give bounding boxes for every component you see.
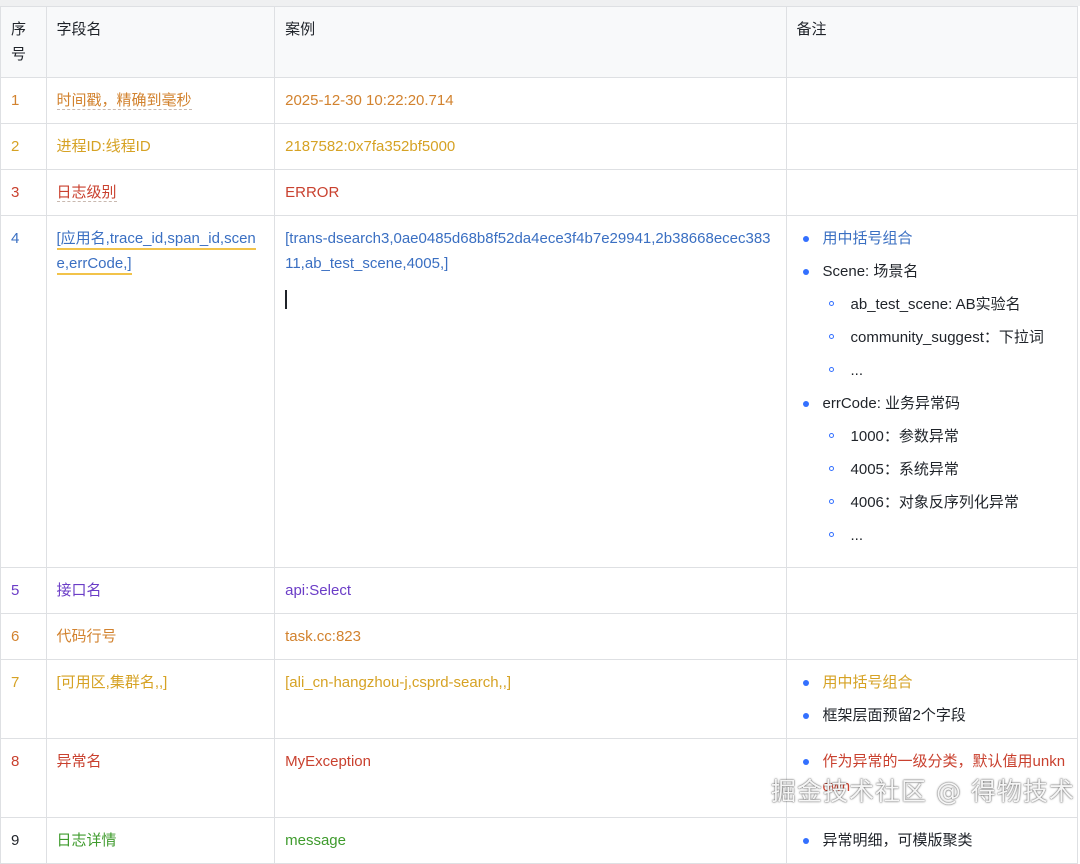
row-notes[interactable]: 异常明细，可模版聚类 [785, 817, 1079, 864]
example-text: [trans-dsearch3,0ae0485d68b8f52da4ece3f4… [285, 230, 771, 272]
sub-list-item: 1000：参数异常 [823, 424, 1067, 449]
row-no[interactable]: 5 [0, 567, 47, 614]
table-row: 2 进程ID:线程ID 2187582:0x7fa352bf5000 [0, 123, 1079, 170]
list-item: Scene: 场景名 ab_test_scene: AB实验名 communit… [797, 259, 1067, 383]
row-field[interactable]: 代码行号 [45, 613, 276, 660]
list-item: 用中括号组合 [797, 226, 1067, 251]
row-example[interactable]: [ali_cn-hangzhou-j,csprd-search,,] [274, 659, 787, 739]
row-notes[interactable] [785, 77, 1079, 124]
header-no: 序号 [0, 6, 47, 78]
row-field[interactable]: 日志详情 [45, 817, 276, 864]
row-no[interactable]: 8 [0, 738, 47, 818]
row-example[interactable]: task.cc:823 [274, 613, 787, 660]
table-header-row: 序号 字段名 案例 备注 [0, 6, 1079, 78]
sub-list: 1000：参数异常 4005：系统异常 4006：对象反序列化异常 ... [823, 424, 1067, 548]
sub-list: ab_test_scene: AB实验名 community_suggest：下… [823, 292, 1067, 383]
row-notes[interactable] [785, 567, 1079, 614]
list-item: errCode: 业务异常码 1000：参数异常 4005：系统异常 4006：… [797, 391, 1067, 548]
row-field[interactable]: 异常名 [45, 738, 276, 818]
row-example[interactable]: message [274, 817, 787, 864]
table-row: 7 [可用区,集群名,,] [ali_cn-hangzhou-j,csprd-s… [0, 659, 1079, 739]
row-example[interactable]: MyException [274, 738, 787, 818]
field-table: 序号 字段名 案例 备注 1 时间戳，精确到毫秒 2025-12-30 10:2… [0, 6, 1079, 864]
list-item: 异常明细，可模版聚类 [797, 828, 1067, 853]
row-example[interactable]: 2187582:0x7fa352bf5000 [274, 123, 787, 170]
row-field[interactable]: 日志级别 [45, 169, 276, 216]
list-item: 框架层面预留2个字段 [797, 703, 1067, 728]
sub-list-item: 4006：对象反序列化异常 [823, 490, 1067, 515]
sub-list-item: ... [823, 358, 1067, 383]
table-row: 4 [应用名,trace_id,span_id,scene,errCode,] … [0, 215, 1079, 568]
header-example: 案例 [274, 6, 787, 78]
header-field: 字段名 [45, 6, 276, 78]
table-row: 5 接口名 api:Select [0, 567, 1079, 614]
field-text: [应用名,trace_id,span_id,scene,errCode,] [56, 230, 256, 275]
header-notes: 备注 [785, 6, 1079, 78]
row-notes[interactable]: 用中括号组合 Scene: 场景名 ab_test_scene: AB实验名 c… [785, 215, 1079, 568]
row-example[interactable]: [trans-dsearch3,0ae0485d68b8f52da4ece3f4… [274, 215, 787, 568]
sub-list-item: ab_test_scene: AB实验名 [823, 292, 1067, 317]
sub-list-item: ... [823, 523, 1067, 548]
table-row: 6 代码行号 task.cc:823 [0, 613, 1079, 660]
sub-list-item: 4005：系统异常 [823, 457, 1067, 482]
row-notes[interactable]: 用中括号组合 框架层面预留2个字段 [785, 659, 1079, 739]
field-text: 日志级别 [56, 184, 117, 202]
watermark: 掘金技术社区 @ 得物技术 [771, 777, 1075, 806]
row-no[interactable]: 1 [0, 77, 47, 124]
row-example[interactable]: api:Select [274, 567, 787, 614]
table-row: 3 日志级别 ERROR [0, 169, 1079, 216]
list-item: 用中括号组合 [797, 670, 1067, 695]
text-cursor [285, 290, 287, 309]
row-field[interactable]: 接口名 [45, 567, 276, 614]
sub-list-item: community_suggest：下拉词 [823, 325, 1067, 350]
notes-list: 用中括号组合 框架层面预留2个字段 [797, 670, 1067, 728]
row-example[interactable]: ERROR [274, 169, 787, 216]
row-field[interactable]: [应用名,trace_id,span_id,scene,errCode,] [45, 215, 276, 568]
row-field[interactable]: [可用区,集群名,,] [45, 659, 276, 739]
row-no[interactable]: 9 [0, 817, 47, 864]
row-no[interactable]: 2 [0, 123, 47, 170]
row-notes[interactable] [785, 169, 1079, 216]
field-text: 时间戳，精确到毫秒 [56, 92, 192, 110]
notes-list: 异常明细，可模版聚类 [797, 828, 1067, 853]
row-notes[interactable] [785, 123, 1079, 170]
row-no[interactable]: 6 [0, 613, 47, 660]
row-notes[interactable] [785, 613, 1079, 660]
table-row: 1 时间戳，精确到毫秒 2025-12-30 10:22:20.714 [0, 77, 1079, 124]
row-example[interactable]: 2025-12-30 10:22:20.714 [274, 77, 787, 124]
row-no[interactable]: 3 [0, 169, 47, 216]
notes-list: 用中括号组合 Scene: 场景名 ab_test_scene: AB实验名 c… [797, 226, 1067, 548]
row-field[interactable]: 进程ID:线程ID [45, 123, 276, 170]
row-field[interactable]: 时间戳，精确到毫秒 [45, 77, 276, 124]
table-row: 9 日志详情 message 异常明细，可模版聚类 [0, 817, 1079, 864]
row-no[interactable]: 4 [0, 215, 47, 568]
row-no[interactable]: 7 [0, 659, 47, 739]
